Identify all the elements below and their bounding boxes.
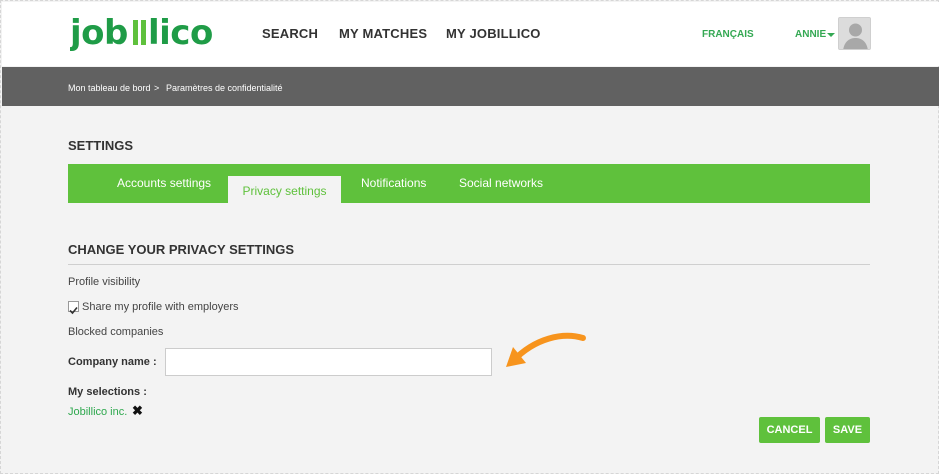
svg-text:job: job xyxy=(70,13,128,53)
tab-accounts-settings[interactable]: Accounts settings xyxy=(117,176,211,190)
chevron-down-icon[interactable] xyxy=(827,33,835,37)
share-profile-label[interactable]: Share my profile with employers xyxy=(82,301,239,313)
nav-my-jobillico[interactable]: MY JOBILLICO xyxy=(446,26,541,41)
share-profile-checkbox[interactable] xyxy=(68,301,79,315)
close-icon[interactable]: ✖ xyxy=(132,403,143,419)
breadcrumb-current: Paramètres de confidentialité xyxy=(166,83,283,93)
settings-tabs: Accounts settings Privacy settings Notif… xyxy=(68,164,870,203)
jobillico-logo[interactable]: job lico xyxy=(68,12,216,62)
selection-item[interactable]: Jobillico inc. xyxy=(68,406,127,418)
checkmark-icon xyxy=(69,306,78,315)
my-selections-label: My selections : xyxy=(68,386,147,398)
svg-text:lico: lico xyxy=(148,13,213,53)
company-name-label: Company name : xyxy=(68,356,157,368)
section-title: CHANGE YOUR PRIVACY SETTINGS xyxy=(68,242,295,257)
breadcrumb-home[interactable]: Mon tableau de bord xyxy=(68,83,151,93)
user-avatar-icon[interactable] xyxy=(838,17,871,50)
tab-privacy-settings[interactable]: Privacy settings xyxy=(228,176,341,203)
page-title: SETTINGS xyxy=(68,138,134,153)
tab-notifications[interactable]: Notifications xyxy=(361,176,426,190)
nav-search[interactable]: SEARCH xyxy=(262,26,318,41)
nav-my-matches[interactable]: MY MATCHES xyxy=(339,26,427,41)
profile-visibility-label: Profile visibility xyxy=(68,276,141,288)
save-button[interactable]: SAVE xyxy=(825,417,870,443)
breadcrumb: Mon tableau de bord > Paramètres de conf… xyxy=(2,67,939,106)
logo-wordmark: job lico xyxy=(68,13,213,53)
tab-social-networks[interactable]: Social networks xyxy=(459,176,543,190)
blocked-companies-label: Blocked companies xyxy=(68,326,164,338)
arrow-annotation-icon xyxy=(506,332,586,367)
top-header: job lico SEARCH MY MATCHES MY JOBILLICO … xyxy=(2,2,939,66)
page-frame: job lico SEARCH MY MATCHES MY JOBILLICO … xyxy=(0,0,939,474)
company-name-input[interactable] xyxy=(165,348,492,376)
breadcrumb-separator: > xyxy=(154,83,160,93)
cancel-button[interactable]: CANCEL xyxy=(759,417,820,443)
user-menu[interactable]: ANNIE xyxy=(795,29,826,40)
avatar-silhouette-icon xyxy=(839,18,870,49)
section-divider xyxy=(68,264,870,265)
language-switch[interactable]: FRANÇAIS xyxy=(702,29,754,40)
